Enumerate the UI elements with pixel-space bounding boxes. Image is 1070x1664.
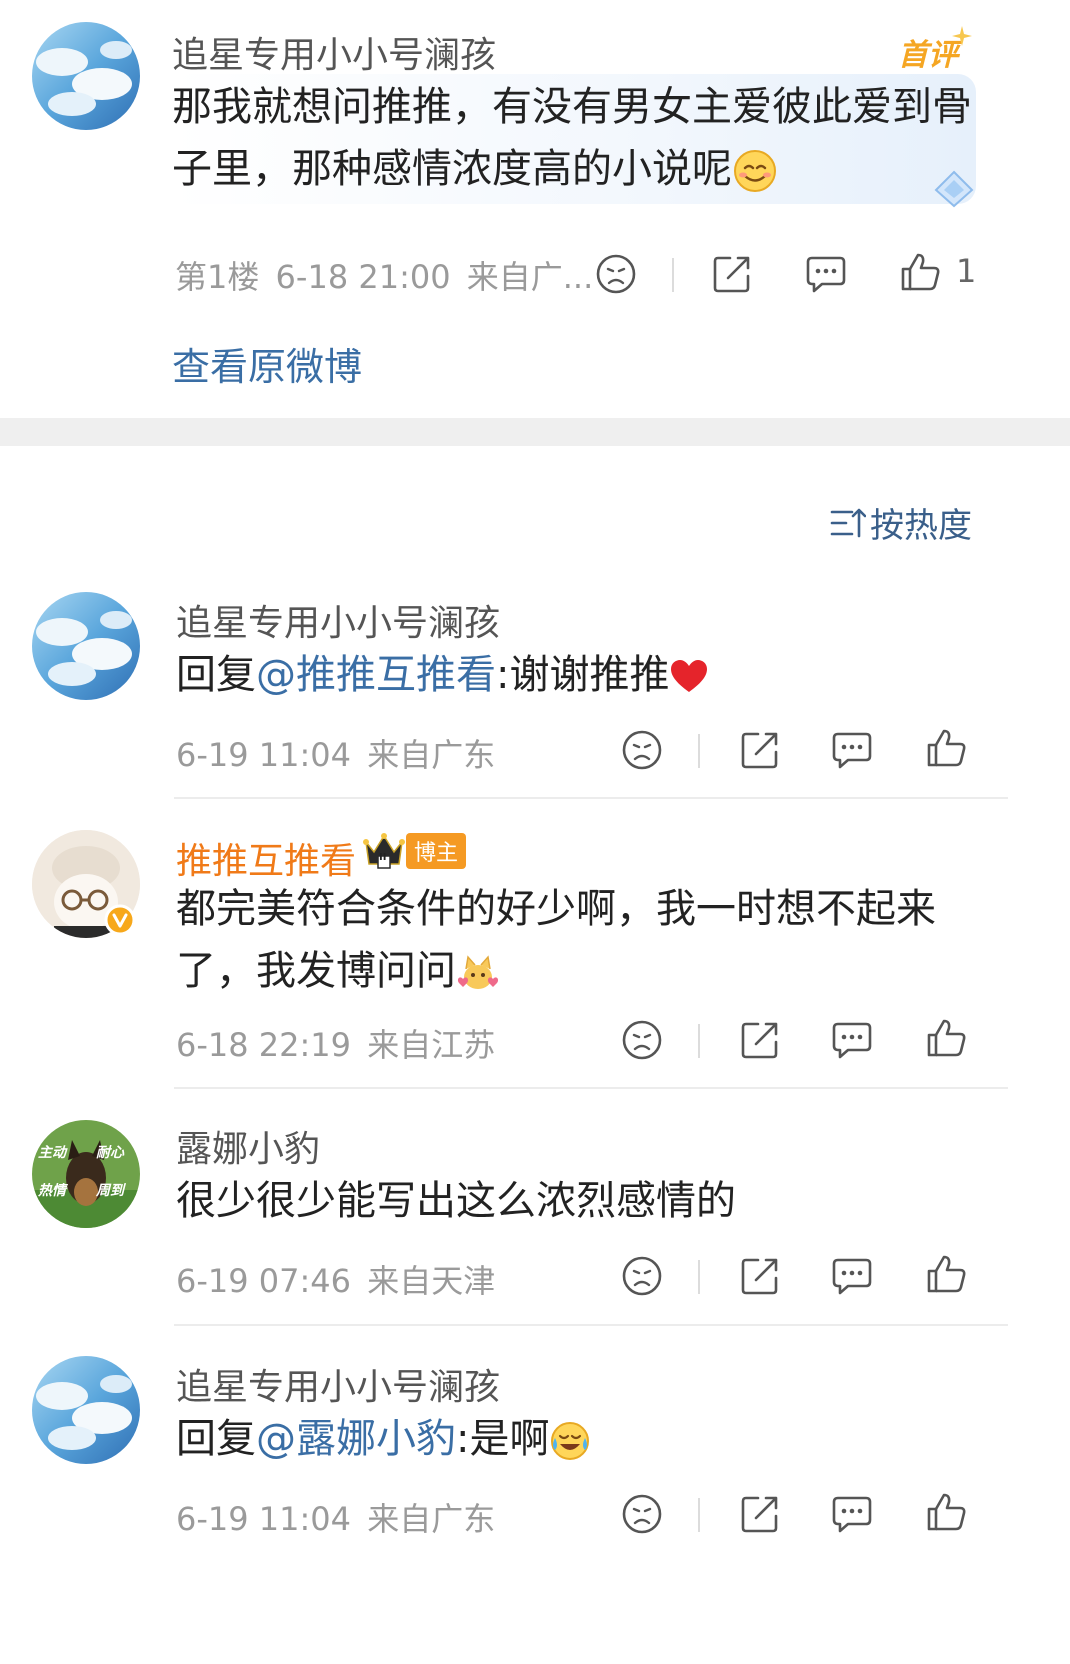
meta-info: 6-19 11:04 来自广东 [176, 1494, 495, 1540]
verified-badge-icon [104, 904, 136, 936]
thumbs-up-icon[interactable] [924, 1490, 968, 1534]
level-badge: II [379, 852, 387, 863]
sky-avatar-icon [32, 592, 140, 700]
comment-icon[interactable] [830, 1018, 874, 1062]
share-icon[interactable] [710, 252, 754, 296]
sad-face-icon[interactable] [620, 1492, 664, 1536]
smile-emoji-icon [734, 150, 776, 192]
thumbs-up-icon[interactable] [924, 1252, 968, 1296]
mention-link[interactable]: @推推互推看 [256, 652, 496, 698]
location: 来自广东 [367, 1500, 496, 1538]
sky-avatar-icon [32, 22, 140, 130]
blogger-tag: 博主 [406, 833, 467, 869]
username[interactable]: 露娜小豹 [176, 1120, 320, 1172]
avatar-label: 耐心 [96, 1145, 124, 1161]
blogger-badge: II 博主 [362, 832, 467, 870]
username[interactable]: 推推互推看 [176, 832, 356, 884]
avatar[interactable] [32, 592, 140, 700]
meta-info: 6-19 07:46 来自天津 [176, 1256, 495, 1302]
location: 来自江苏 [367, 1026, 496, 1064]
timestamp: 6-18 22:19 [176, 1026, 352, 1064]
sort-label: 按热度 [870, 506, 972, 546]
sort-icon [830, 508, 866, 537]
comment-icon[interactable] [830, 1492, 874, 1536]
avatar[interactable] [32, 22, 140, 130]
post-content-text: 那我就想问推推，有没有男女主爱彼此爱到骨子里，那种感情浓度高的小说呢 [172, 84, 972, 192]
username[interactable]: 追星专用小小号澜孩 [176, 594, 500, 646]
thumbs-up-icon[interactable] [924, 1016, 968, 1060]
share-icon[interactable] [738, 1018, 782, 1062]
section-divider [0, 418, 1070, 446]
diamond-icon [934, 170, 974, 208]
location: 来自广... [466, 258, 594, 296]
reply-text: :是啊 [456, 1416, 550, 1462]
cat-emoji-icon [457, 955, 499, 989]
mention-link[interactable]: @露娜小豹 [256, 1416, 456, 1462]
sad-face-icon[interactable] [620, 728, 664, 772]
comment-icon[interactable] [804, 252, 848, 296]
username[interactable]: 追星专用小小号澜孩 [176, 1358, 500, 1410]
sad-face-icon[interactable] [620, 1254, 664, 1298]
timestamp: 6-18 21:00 [275, 258, 451, 296]
sad-face-icon[interactable] [620, 1018, 664, 1062]
sky-avatar-icon [32, 1356, 140, 1464]
meta-info: 6-18 22:19 来自江苏 [176, 1020, 495, 1066]
laugh-cry-emoji-icon [551, 1422, 590, 1460]
reply-prefix: 回复 [176, 652, 256, 698]
comment-text: 回复@露娜小豹:是啊 [176, 1408, 591, 1470]
share-icon[interactable] [738, 728, 782, 772]
sparkle-icon [952, 26, 972, 46]
timestamp: 6-19 11:04 [176, 736, 352, 774]
comment-body: 都完美符合条件的好少啊，我一时想不起来了，我发博问问 [176, 886, 936, 994]
sort-button[interactable]: 按热度 [830, 498, 972, 547]
divider [698, 734, 700, 768]
sad-face-icon[interactable] [594, 252, 638, 296]
location: 来自天津 [367, 1262, 496, 1300]
meta-info: 第1楼 6-18 21:00 来自广... [175, 252, 593, 298]
first-comment-badge: 首评 [898, 38, 958, 73]
comment-icon[interactable] [830, 1254, 874, 1298]
timestamp: 6-19 11:04 [176, 1500, 352, 1538]
reply-prefix: 回复 [176, 1416, 256, 1462]
reply-text: :谢谢推推 [496, 652, 670, 698]
heart-emoji-icon [671, 660, 708, 692]
comment-text: 都完美符合条件的好少啊，我一时想不起来了，我发博问问 [176, 878, 976, 1002]
timestamp: 6-19 07:46 [176, 1262, 352, 1300]
avatar-label: 热情 [38, 1183, 66, 1199]
share-icon[interactable] [738, 1492, 782, 1536]
thumbs-up-icon[interactable] [924, 726, 968, 770]
share-icon[interactable] [738, 1254, 782, 1298]
location: 来自广东 [367, 736, 496, 774]
comment-divider [174, 1324, 1008, 1326]
floor-number: 第1楼 [175, 258, 260, 296]
like-count: 1 [956, 252, 977, 290]
meta-info: 6-19 11:04 来自广东 [176, 730, 495, 776]
view-original-link[interactable]: 查看原微博 [172, 336, 362, 391]
avatar[interactable] [32, 1356, 140, 1464]
comment-divider [174, 1087, 1008, 1089]
avatar-label: 主动 [38, 1145, 66, 1161]
divider [672, 258, 674, 292]
thumbs-up-icon[interactable] [898, 250, 942, 294]
divider [698, 1024, 700, 1058]
comment-text: 回复@推推互推看:谢谢推推 [176, 644, 709, 706]
avatar-label: 周到 [96, 1183, 124, 1199]
crown-icon [363, 833, 405, 869]
divider [698, 1260, 700, 1294]
post-content: 那我就想问推推，有没有男女主爱彼此爱到骨子里，那种感情浓度高的小说呢 [172, 76, 972, 200]
comment-text: 很少很少能写出这么浓烈感情的 [176, 1178, 736, 1224]
divider [698, 1498, 700, 1532]
avatar[interactable]: 主动 耐心 热情 周到 [32, 1120, 140, 1228]
comment-divider [174, 797, 1008, 799]
dog-avatar-icon [32, 1120, 140, 1228]
comment-icon[interactable] [830, 728, 874, 772]
username[interactable]: 追星专用小小号澜孩 [172, 26, 496, 78]
